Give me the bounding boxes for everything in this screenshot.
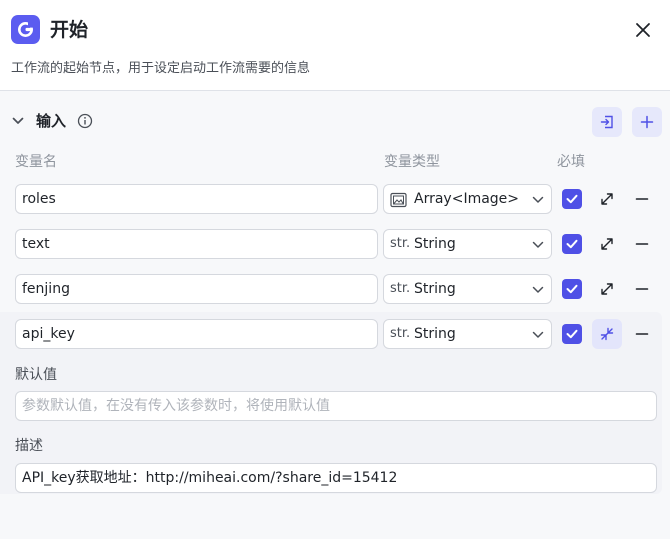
import-icon bbox=[600, 115, 613, 129]
check-icon bbox=[566, 194, 578, 204]
string-type-icon: str. bbox=[390, 236, 411, 251]
remove-variable-button[interactable] bbox=[632, 234, 652, 254]
variable-type-label: String bbox=[414, 236, 456, 252]
node-header: 开始 工作流的起始节点，用于设定启动工作流需要的信息 bbox=[0, 0, 670, 91]
chevron-down-icon bbox=[532, 286, 544, 293]
default-value-label: 默认值 bbox=[15, 367, 57, 383]
chevron-down-icon bbox=[532, 241, 544, 248]
required-checkbox[interactable] bbox=[562, 189, 582, 209]
remove-variable-button[interactable] bbox=[632, 324, 652, 344]
collapse-icon bbox=[600, 327, 614, 341]
expand-icon bbox=[601, 283, 613, 295]
close-button[interactable] bbox=[632, 19, 654, 41]
minus-icon bbox=[635, 243, 649, 245]
minus-icon bbox=[635, 288, 649, 290]
required-checkbox[interactable] bbox=[562, 279, 582, 299]
expand-button[interactable] bbox=[592, 184, 622, 214]
variable-name-input[interactable]: roles bbox=[15, 184, 378, 214]
input-section-header: 输入 bbox=[0, 104, 670, 138]
string-type-icon: str. bbox=[390, 281, 411, 296]
expand-icon bbox=[601, 238, 613, 250]
variable-name-input[interactable]: fenjing bbox=[15, 274, 378, 304]
column-header-name: 变量名 bbox=[15, 154, 57, 170]
chevron-down-icon bbox=[532, 331, 544, 338]
variable-name-input[interactable]: api_key bbox=[15, 319, 378, 349]
import-variable-button[interactable] bbox=[592, 107, 622, 137]
variable-type-select[interactable]: str. String bbox=[383, 319, 552, 349]
image-icon bbox=[390, 192, 407, 208]
add-variable-button[interactable] bbox=[632, 107, 662, 137]
chevron-down-icon[interactable] bbox=[11, 114, 25, 128]
section-title: 输入 bbox=[36, 112, 67, 130]
expand-button[interactable] bbox=[592, 274, 622, 304]
variable-type-select[interactable]: str. String bbox=[383, 229, 552, 259]
variable-name-input[interactable]: text bbox=[15, 229, 378, 259]
remove-variable-button[interactable] bbox=[632, 279, 652, 299]
node-description: 工作流的起始节点，用于设定启动工作流需要的信息 bbox=[11, 61, 311, 76]
required-checkbox[interactable] bbox=[562, 234, 582, 254]
variable-type-select[interactable]: str. String bbox=[383, 274, 552, 304]
check-icon bbox=[566, 239, 578, 249]
description-input[interactable]: API_key获取地址：http://miheai.com/?share_id=… bbox=[15, 463, 657, 493]
string-type-icon: str. bbox=[390, 326, 411, 341]
column-header-required: 必填 bbox=[557, 154, 585, 170]
description-label: 描述 bbox=[15, 438, 43, 454]
collapse-button[interactable] bbox=[592, 319, 622, 349]
start-node-logo-icon bbox=[11, 15, 40, 44]
info-icon[interactable] bbox=[77, 113, 93, 129]
default-value-input[interactable]: 参数默认值，在没有传入该参数时，将使用默认值 bbox=[15, 391, 657, 421]
variable-type-label: String bbox=[414, 281, 456, 297]
expand-icon bbox=[601, 193, 613, 205]
variable-type-label: String bbox=[414, 326, 456, 342]
close-icon bbox=[636, 23, 650, 37]
page-title: 开始 bbox=[50, 19, 89, 41]
plus-icon bbox=[640, 115, 654, 129]
variable-type-select[interactable]: Array<Image> bbox=[383, 184, 552, 214]
required-checkbox[interactable] bbox=[562, 324, 582, 344]
check-icon bbox=[566, 284, 578, 294]
minus-icon bbox=[635, 333, 649, 335]
remove-variable-button[interactable] bbox=[632, 189, 652, 209]
check-icon bbox=[566, 329, 578, 339]
variable-type-label: Array<Image> bbox=[414, 191, 520, 207]
column-header-type: 变量类型 bbox=[384, 154, 440, 170]
expand-button[interactable] bbox=[592, 229, 622, 259]
minus-icon bbox=[635, 198, 649, 200]
chevron-down-icon bbox=[532, 196, 544, 203]
